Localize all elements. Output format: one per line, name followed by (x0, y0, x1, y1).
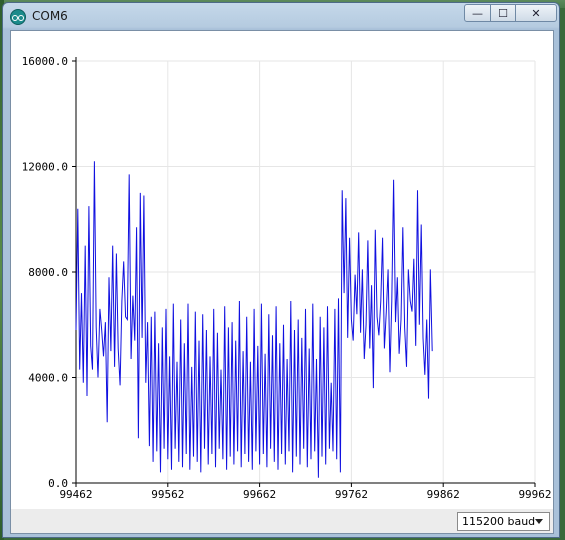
x-tick-label: 99662 (243, 488, 276, 501)
y-tick-label: 16000.0 (22, 55, 68, 68)
window-title: COM6 (32, 9, 68, 23)
plot-series (75, 161, 433, 478)
chevron-down-icon (535, 519, 543, 524)
title-bar[interactable]: COM6 — ☐ ✕ (3, 3, 559, 29)
maximize-button[interactable]: ☐ (490, 4, 516, 22)
plot-area: 0.0 4000.0 8000.0 12000.0 16000.0 99462 99562 9… (11, 31, 553, 509)
serial-plot-chart: 0.04000.08000.012000.016000.099462 99562 9… (22, 55, 552, 501)
y-tick-label: 4000.0 (28, 372, 68, 385)
baud-rate-value: 115200 baud (462, 515, 536, 528)
arduino-icon (10, 9, 26, 25)
x-tick-label: 99762 (335, 488, 368, 501)
x-tick-label: 99562 (151, 488, 184, 501)
minimize-button[interactable]: — (464, 4, 491, 22)
serial-plotter-window: COM6 — ☐ ✕ 0.0 4000.0 8000.0 12000.0 16000.0… (2, 2, 560, 538)
x-tick-label: 99862 (427, 488, 460, 501)
baud-rate-select[interactable]: 115200 baud (457, 512, 550, 531)
y-tick-label: 8000.0 (28, 266, 68, 279)
close-button[interactable]: ✕ (515, 4, 557, 22)
data-series-line-0 (75, 161, 433, 478)
plot-axes: 0.04000.08000.012000.016000.099462 99562 9… (22, 55, 552, 501)
y-tick-label: 12000.0 (22, 161, 68, 174)
x-tick-label: 99462 (59, 488, 92, 501)
plotter-client-area: 0.0 4000.0 8000.0 12000.0 16000.0 99462 99562 9… (10, 30, 554, 534)
x-tick-label: 99962 (518, 488, 551, 501)
status-bar: 115200 baud (11, 509, 553, 533)
